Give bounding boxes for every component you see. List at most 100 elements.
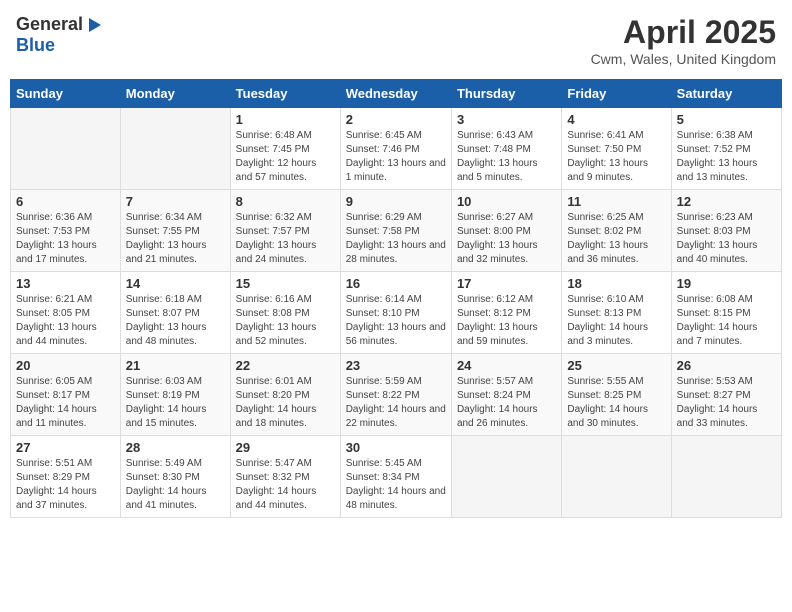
day-number: 6 bbox=[16, 194, 115, 209]
calendar-cell: 3 Sunrise: 6:43 AM Sunset: 7:48 PM Daylig… bbox=[451, 108, 561, 190]
day-info: Sunrise: 6:34 AM Sunset: 7:55 PM Dayligh… bbox=[126, 211, 225, 267]
day-number: 18 bbox=[567, 276, 665, 291]
day-number: 23 bbox=[346, 358, 446, 373]
day-number: 22 bbox=[236, 358, 335, 373]
day-info: Sunrise: 6:03 AM Sunset: 8:19 PM Dayligh… bbox=[126, 375, 225, 431]
day-info: Sunrise: 6:05 AM Sunset: 8:17 PM Dayligh… bbox=[16, 375, 115, 431]
day-number: 15 bbox=[236, 276, 335, 291]
day-number: 27 bbox=[16, 440, 115, 455]
day-number: 11 bbox=[567, 194, 665, 209]
day-info: Sunrise: 6:43 AM Sunset: 7:48 PM Dayligh… bbox=[457, 129, 556, 185]
day-info: Sunrise: 6:29 AM Sunset: 7:58 PM Dayligh… bbox=[346, 211, 446, 267]
day-number: 16 bbox=[346, 276, 446, 291]
weekday-header-sunday: Sunday bbox=[11, 80, 121, 108]
day-number: 13 bbox=[16, 276, 115, 291]
calendar-cell: 20 Sunrise: 6:05 AM Sunset: 8:17 PM Dayli… bbox=[11, 354, 121, 436]
day-number: 12 bbox=[677, 194, 776, 209]
calendar-cell: 25 Sunrise: 5:55 AM Sunset: 8:25 PM Dayli… bbox=[562, 354, 671, 436]
calendar-cell bbox=[120, 108, 230, 190]
day-info: Sunrise: 5:49 AM Sunset: 8:30 PM Dayligh… bbox=[126, 457, 225, 513]
calendar-week-row: 27 Sunrise: 5:51 AM Sunset: 8:29 PM Dayli… bbox=[11, 436, 782, 518]
day-number: 10 bbox=[457, 194, 556, 209]
day-number: 25 bbox=[567, 358, 665, 373]
calendar-cell: 13 Sunrise: 6:21 AM Sunset: 8:05 PM Dayli… bbox=[11, 272, 121, 354]
calendar-cell: 14Sunrise: 6:18 AM Sunset: 8:07 PM Dayli… bbox=[120, 272, 230, 354]
logo-triangle-icon bbox=[85, 16, 103, 34]
day-number: 3 bbox=[457, 112, 556, 127]
calendar-cell: 6 Sunrise: 6:36 AM Sunset: 7:53 PM Daylig… bbox=[11, 190, 121, 272]
day-number: 26 bbox=[677, 358, 776, 373]
day-info: Sunrise: 6:14 AM Sunset: 8:10 PM Dayligh… bbox=[346, 293, 446, 349]
day-info: Sunrise: 6:10 AM Sunset: 8:13 PM Dayligh… bbox=[567, 293, 665, 349]
calendar-cell: 19 Sunrise: 6:08 AM Sunset: 8:15 PM Dayli… bbox=[671, 272, 781, 354]
calendar-cell: 7 Sunrise: 6:34 AM Sunset: 7:55 PM Daylig… bbox=[120, 190, 230, 272]
day-info: Sunrise: 6:08 AM Sunset: 8:15 PM Dayligh… bbox=[677, 293, 776, 349]
day-number: 29 bbox=[236, 440, 335, 455]
calendar-cell: 16 Sunrise: 6:14 AM Sunset: 8:10 PM Dayli… bbox=[340, 272, 451, 354]
calendar-cell: 22 Sunrise: 6:01 AM Sunset: 8:20 PM Dayli… bbox=[230, 354, 340, 436]
day-number: 30 bbox=[346, 440, 446, 455]
day-info: Sunrise: 6:36 AM Sunset: 7:53 PM Dayligh… bbox=[16, 211, 115, 267]
calendar-cell bbox=[11, 108, 121, 190]
day-info: Sunrise: 6:27 AM Sunset: 8:00 PM Dayligh… bbox=[457, 211, 556, 267]
calendar-cell: 26 Sunrise: 5:53 AM Sunset: 8:27 PM Dayli… bbox=[671, 354, 781, 436]
calendar-header-row: SundayMondayTuesdayWednesdayThursdayFrid… bbox=[11, 80, 782, 108]
calendar-cell: 29Sunrise: 5:47 AM Sunset: 8:32 PM Dayli… bbox=[230, 436, 340, 518]
calendar-week-row: 20 Sunrise: 6:05 AM Sunset: 8:17 PM Dayli… bbox=[11, 354, 782, 436]
calendar-cell: 15 Sunrise: 6:16 AM Sunset: 8:08 PM Dayli… bbox=[230, 272, 340, 354]
calendar-cell: 5 Sunrise: 6:38 AM Sunset: 7:52 PM Daylig… bbox=[671, 108, 781, 190]
calendar-table: SundayMondayTuesdayWednesdayThursdayFrid… bbox=[10, 79, 782, 518]
day-number: 28 bbox=[126, 440, 225, 455]
day-info: Sunrise: 6:01 AM Sunset: 8:20 PM Dayligh… bbox=[236, 375, 335, 431]
calendar-cell bbox=[451, 436, 561, 518]
weekday-header-friday: Friday bbox=[562, 80, 671, 108]
day-number: 8 bbox=[236, 194, 335, 209]
day-info: Sunrise: 6:32 AM Sunset: 7:57 PM Dayligh… bbox=[236, 211, 335, 267]
day-info: Sunrise: 6:16 AM Sunset: 8:08 PM Dayligh… bbox=[236, 293, 335, 349]
day-number: 17 bbox=[457, 276, 556, 291]
day-number: 5 bbox=[677, 112, 776, 127]
day-number: 2 bbox=[346, 112, 446, 127]
weekday-header-wednesday: Wednesday bbox=[340, 80, 451, 108]
day-info: Sunrise: 6:23 AM Sunset: 8:03 PM Dayligh… bbox=[677, 211, 776, 267]
calendar-cell: 30 Sunrise: 5:45 AM Sunset: 8:34 PM Dayli… bbox=[340, 436, 451, 518]
calendar-cell: 28 Sunrise: 5:49 AM Sunset: 8:30 PM Dayli… bbox=[120, 436, 230, 518]
day-info: Sunrise: 6:48 AM Sunset: 7:45 PM Dayligh… bbox=[236, 129, 335, 185]
page-header: General Blue April 2025 Cwm, Wales, Unit… bbox=[10, 10, 782, 71]
day-number: 24 bbox=[457, 358, 556, 373]
day-info: Sunrise: 5:59 AM Sunset: 8:22 PM Dayligh… bbox=[346, 375, 446, 431]
day-info: Sunrise: 5:57 AM Sunset: 8:24 PM Dayligh… bbox=[457, 375, 556, 431]
location-subtitle: Cwm, Wales, United Kingdom bbox=[591, 51, 776, 67]
logo: General Blue bbox=[16, 14, 103, 56]
day-info: Sunrise: 5:55 AM Sunset: 8:25 PM Dayligh… bbox=[567, 375, 665, 431]
day-info: Sunrise: 6:12 AM Sunset: 8:12 PM Dayligh… bbox=[457, 293, 556, 349]
day-number: 20 bbox=[16, 358, 115, 373]
calendar-cell bbox=[671, 436, 781, 518]
calendar-cell: 21Sunrise: 6:03 AM Sunset: 8:19 PM Dayli… bbox=[120, 354, 230, 436]
day-number: 19 bbox=[677, 276, 776, 291]
day-info: Sunrise: 6:45 AM Sunset: 7:46 PM Dayligh… bbox=[346, 129, 446, 185]
calendar-cell: 24 Sunrise: 5:57 AM Sunset: 8:24 PM Dayli… bbox=[451, 354, 561, 436]
calendar-cell: 18 Sunrise: 6:10 AM Sunset: 8:13 PM Dayli… bbox=[562, 272, 671, 354]
calendar-week-row: 1 Sunrise: 6:48 AM Sunset: 7:45 PM Daylig… bbox=[11, 108, 782, 190]
calendar-week-row: 13 Sunrise: 6:21 AM Sunset: 8:05 PM Dayli… bbox=[11, 272, 782, 354]
day-info: Sunrise: 6:18 AM Sunset: 8:07 PM Dayligh… bbox=[126, 293, 225, 349]
day-info: Sunrise: 6:38 AM Sunset: 7:52 PM Dayligh… bbox=[677, 129, 776, 185]
weekday-header-tuesday: Tuesday bbox=[230, 80, 340, 108]
day-info: Sunrise: 5:53 AM Sunset: 8:27 PM Dayligh… bbox=[677, 375, 776, 431]
day-number: 1 bbox=[236, 112, 335, 127]
day-number: 9 bbox=[346, 194, 446, 209]
calendar-cell: 12 Sunrise: 6:23 AM Sunset: 8:03 PM Dayli… bbox=[671, 190, 781, 272]
day-info: Sunrise: 6:25 AM Sunset: 8:02 PM Dayligh… bbox=[567, 211, 665, 267]
day-number: 7 bbox=[126, 194, 225, 209]
day-info: Sunrise: 6:21 AM Sunset: 8:05 PM Dayligh… bbox=[16, 293, 115, 349]
calendar-cell: 1 Sunrise: 6:48 AM Sunset: 7:45 PM Daylig… bbox=[230, 108, 340, 190]
month-title: April 2025 bbox=[591, 14, 776, 51]
weekday-header-saturday: Saturday bbox=[671, 80, 781, 108]
calendar-cell: 10 Sunrise: 6:27 AM Sunset: 8:00 PM Dayli… bbox=[451, 190, 561, 272]
calendar-cell: 9 Sunrise: 6:29 AM Sunset: 7:58 PM Daylig… bbox=[340, 190, 451, 272]
day-info: Sunrise: 5:45 AM Sunset: 8:34 PM Dayligh… bbox=[346, 457, 446, 513]
calendar-week-row: 6 Sunrise: 6:36 AM Sunset: 7:53 PM Daylig… bbox=[11, 190, 782, 272]
day-info: Sunrise: 5:51 AM Sunset: 8:29 PM Dayligh… bbox=[16, 457, 115, 513]
calendar-cell: 17 Sunrise: 6:12 AM Sunset: 8:12 PM Dayli… bbox=[451, 272, 561, 354]
